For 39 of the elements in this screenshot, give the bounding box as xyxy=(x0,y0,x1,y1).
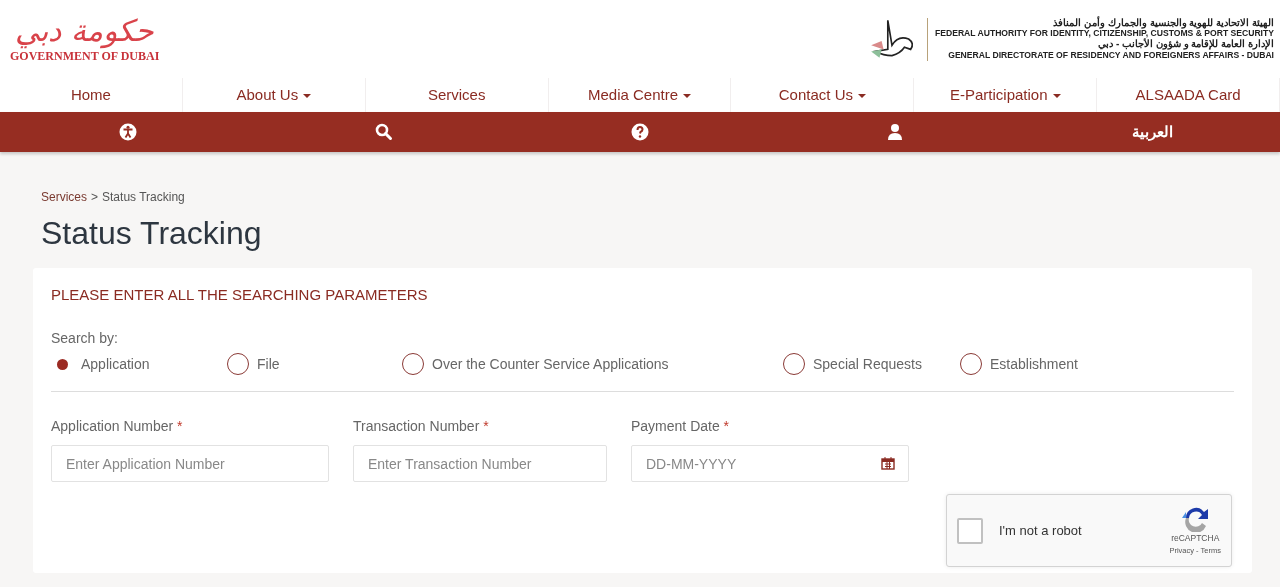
captcha-label: I'm not a robot xyxy=(999,522,1083,541)
required-mark: * xyxy=(177,418,183,435)
option-label: Over the Counter Service Applications xyxy=(432,354,669,374)
authority-name-arabic: الهيئة الاتحادية للهوية والجنسية والجمارك وأمن المنافذ xyxy=(1052,17,1274,28)
breadcrumb-link[interactable]: Services xyxy=(41,188,87,206)
search-by-label: Search by: xyxy=(51,329,119,349)
radio-button[interactable] xyxy=(227,353,249,376)
field-label: Transaction Number xyxy=(353,418,480,435)
required-mark: * xyxy=(483,418,489,435)
breadcrumb-current: Status Tracking xyxy=(102,189,185,206)
help-icon[interactable] xyxy=(631,123,649,141)
logo-text: GOVERNMENT OF DUBAI xyxy=(10,50,160,62)
language-link[interactable]: العربية xyxy=(1131,120,1173,144)
search-icon[interactable] xyxy=(375,123,393,141)
breadcrumb-separator: > xyxy=(91,189,99,206)
option-label: Special Requests xyxy=(813,354,922,374)
captcha-brand: reCAPTCHA xyxy=(1171,531,1220,545)
user-icon[interactable] xyxy=(887,123,905,141)
recaptcha-logo-icon xyxy=(1180,505,1211,532)
page-title: Status Tracking xyxy=(41,214,263,253)
input-field[interactable]: Enter Application Number xyxy=(51,445,329,483)
authority-name-arabic: الإدارة العامة للإقامة و شؤون الأجانب - دبي xyxy=(1097,39,1274,50)
section-heading: PLEASE ENTER ALL THE SEARCHING PARAMETERS xyxy=(51,286,429,305)
required-mark: * xyxy=(723,418,730,435)
date-field[interactable]: DD-MM-YYYY xyxy=(631,445,909,483)
input-field[interactable]: Enter Transaction Number xyxy=(353,445,607,483)
option-label: Application xyxy=(81,354,150,374)
radio-button[interactable] xyxy=(402,353,424,376)
field-label: Payment Date xyxy=(631,418,720,435)
captcha-checkbox[interactable] xyxy=(957,517,983,544)
calendar-icon xyxy=(881,456,895,471)
radio-button[interactable] xyxy=(960,353,982,376)
option-label: File xyxy=(257,354,280,374)
field-label: Application Number xyxy=(51,418,174,435)
radio-button[interactable] xyxy=(783,353,805,376)
option-label: Establishment xyxy=(990,354,1078,374)
authority-name: GENERAL DIRECTORATE OF RESIDENCY AND FOREIGNERS AFFAIRS - DUBAI xyxy=(947,49,1274,61)
authority-name: FEDERAL AUTHORITY FOR IDENTITY, CITIZENSHIP, CUSTOMS & PORT SECURITY xyxy=(935,28,1274,38)
accessibility-icon[interactable] xyxy=(119,123,137,141)
